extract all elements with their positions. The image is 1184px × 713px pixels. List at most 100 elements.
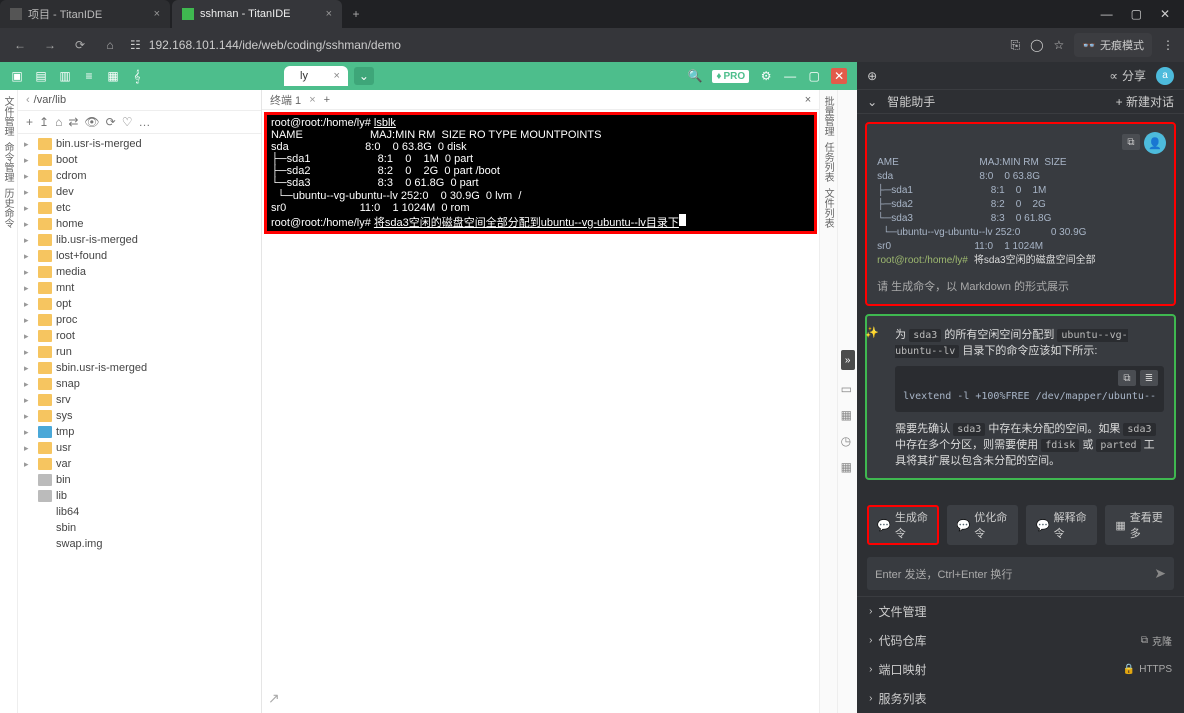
tree-row[interactable]: ▸srv	[18, 392, 261, 408]
tree-row[interactable]: ▸proc	[18, 312, 261, 328]
attach-icon[interactable]: 𝄞	[130, 69, 144, 83]
generate-cmd-button[interactable]: 💬生成命令	[867, 505, 938, 545]
upload-icon[interactable]: ↥	[39, 115, 49, 129]
tree-row[interactable]: ▸opt	[18, 296, 261, 312]
tree-row[interactable]: ▸mnt	[18, 280, 261, 296]
vstrip-item[interactable]: 历史命令	[2, 188, 15, 228]
clock-icon[interactable]: ◷	[841, 434, 855, 448]
acc-port-map[interactable]: ›端口映射🔒HTTPS	[857, 655, 1184, 684]
new-chat-button[interactable]: + 新建对话	[1116, 93, 1174, 110]
minimize-icon[interactable]: —	[783, 69, 797, 83]
tree-row[interactable]: ▸dev	[18, 184, 261, 200]
swap-icon[interactable]: ⇄	[68, 115, 78, 129]
copy-icon[interactable]: ⧉	[1122, 134, 1140, 150]
vstrip-item[interactable]: 命令管理	[2, 142, 15, 182]
app-icon[interactable]: ⊕	[867, 69, 877, 83]
share-button[interactable]: ∝分享	[1109, 67, 1146, 84]
list-icon[interactable]: ≡	[82, 69, 96, 83]
tree-row[interactable]: ▸etc	[18, 200, 261, 216]
search-icon[interactable]: 🔍	[688, 69, 702, 83]
grid-icon[interactable]: ▦	[841, 460, 855, 474]
close-icon[interactable]: ✕	[1160, 7, 1170, 21]
vstrip-item[interactable]: 批量管理	[822, 96, 835, 136]
close-icon[interactable]: ×	[326, 8, 332, 20]
send-icon[interactable]: ➤	[1154, 565, 1166, 582]
tree-row[interactable]: ▸home	[18, 216, 261, 232]
close-icon[interactable]: ✕	[831, 68, 847, 84]
tree-row[interactable]: ▸var	[18, 456, 261, 472]
vstrip-item[interactable]: 文件列表	[822, 188, 835, 228]
tree-row[interactable]: ▸run	[18, 344, 261, 360]
vstrip-item[interactable]: 文件管理	[2, 96, 15, 136]
acc-services[interactable]: ›服务列表	[857, 684, 1184, 713]
tree-row[interactable]: ▸tmp	[18, 424, 261, 440]
tree-row[interactable]: ▸sbin.usr-is-merged	[18, 360, 261, 376]
copy-icon[interactable]: ⧉	[1118, 370, 1136, 386]
acc-code-repo[interactable]: ›代码仓库⧉克隆	[857, 626, 1184, 655]
reload-icon[interactable]: ⟳	[70, 38, 90, 52]
extension-icon[interactable]: ◯	[1030, 38, 1043, 52]
eye-icon[interactable]: 👁	[84, 115, 99, 129]
tree-row[interactable]: bin	[18, 472, 261, 488]
columns-icon[interactable]: ▥	[58, 69, 72, 83]
bookmark-icon[interactable]: ☆	[1054, 38, 1065, 52]
site-info-icon[interactable]: ☷	[130, 38, 141, 52]
tab-menu-button[interactable]: ⌄	[354, 67, 374, 85]
plus-icon[interactable]: +	[324, 94, 330, 106]
browser-tab-2[interactable]: sshman - TitanIDE ×	[172, 0, 342, 28]
close-icon[interactable]: ×	[309, 94, 315, 106]
more-icon[interactable]: …	[138, 115, 150, 129]
new-file-icon[interactable]: ▣	[10, 69, 24, 83]
tree-row[interactable]: sbin	[18, 520, 261, 536]
close-icon[interactable]: ×	[334, 70, 340, 82]
file-icon[interactable]: ▤	[34, 69, 48, 83]
board-icon[interactable]: ▦	[106, 69, 120, 83]
maximize-icon[interactable]: ▢	[1131, 7, 1142, 21]
tree-row[interactable]: ▸snap	[18, 376, 261, 392]
home-icon[interactable]: ⌂	[100, 38, 120, 52]
forward-icon[interactable]: →	[40, 38, 60, 52]
chat-input[interactable]: Enter 发送，Ctrl+Enter 换行 ➤	[867, 557, 1174, 590]
menu-icon[interactable]: ⋮	[1162, 38, 1174, 52]
back-icon[interactable]: ←	[10, 38, 30, 52]
minimize-icon[interactable]: —	[1101, 7, 1113, 21]
breadcrumb[interactable]: ‹ /var/lib	[18, 90, 261, 111]
insert-icon[interactable]: ≣	[1140, 370, 1158, 386]
new-tab-button[interactable]: +	[344, 0, 368, 28]
tree-row[interactable]: ▸lost+found	[18, 248, 261, 264]
terminal-tab-label[interactable]: 终端 1	[270, 92, 301, 108]
acc-file-mgmt[interactable]: ›文件管理	[857, 597, 1184, 626]
collapse-icon[interactable]: »	[841, 350, 855, 370]
ide-file-tab[interactable]: ly ×	[284, 66, 348, 86]
doc-icon[interactable]: ▭	[841, 382, 855, 396]
cal-icon[interactable]: ▦	[841, 408, 855, 422]
tree-row[interactable]: lib64	[18, 504, 261, 520]
install-icon[interactable]: ⎘	[1010, 38, 1020, 53]
home-icon[interactable]: ⌂	[55, 115, 62, 129]
chevron-left-icon[interactable]: ‹	[26, 94, 30, 106]
chevron-down-icon[interactable]: ⌄	[867, 95, 877, 109]
maximize-icon[interactable]: ▢	[807, 69, 821, 83]
browser-tab-1[interactable]: 项目 - TitanIDE ×	[0, 0, 170, 28]
tree-row[interactable]: ▸usr	[18, 440, 261, 456]
terminal[interactable]: root@root:/home/ly# lsblk NAME MAJ:MIN R…	[267, 115, 814, 231]
close-panel-icon[interactable]: ×	[805, 94, 811, 106]
more-button[interactable]: ▦查看更多	[1105, 505, 1174, 545]
optimize-cmd-button[interactable]: 💬优化命令	[947, 505, 1018, 545]
tree-row[interactable]: ▸media	[18, 264, 261, 280]
incognito-button[interactable]: 👓 无痕模式	[1074, 33, 1152, 57]
url-bar[interactable]: ☷ 192.168.101.144/ide/web/coding/sshman/…	[130, 38, 1000, 52]
close-icon[interactable]: ×	[154, 8, 160, 20]
avatar[interactable]: a	[1156, 67, 1174, 85]
vstrip-item[interactable]: 任务列表	[822, 142, 835, 182]
tree-row[interactable]: ▸bin.usr-is-merged	[18, 136, 261, 152]
tree-row[interactable]: ▸boot	[18, 152, 261, 168]
tree-row[interactable]: ▸cdrom	[18, 168, 261, 184]
explain-cmd-button[interactable]: 💬解释命令	[1026, 505, 1097, 545]
gear-icon[interactable]: ⚙	[759, 69, 773, 83]
tree-row[interactable]: ▸sys	[18, 408, 261, 424]
plus-icon[interactable]: +	[26, 115, 33, 129]
refresh-icon[interactable]: ⟳	[106, 115, 116, 129]
tree-row[interactable]: lib	[18, 488, 261, 504]
heart-icon[interactable]: ♡	[122, 115, 133, 129]
